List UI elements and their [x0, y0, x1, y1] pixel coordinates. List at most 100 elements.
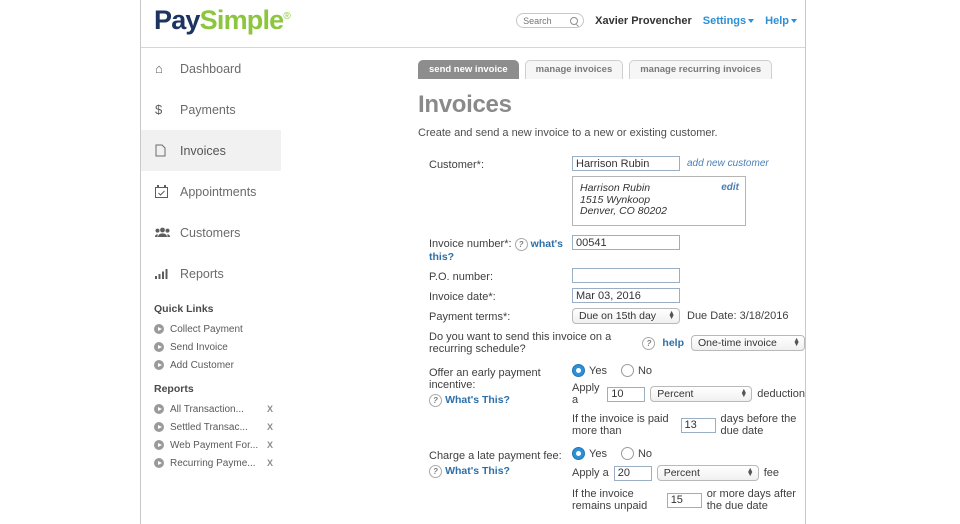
late-fee-no-label: No [637, 447, 653, 460]
tab-send-new-invoice[interactable]: send new invoice [418, 60, 519, 79]
due-date-text: Due Date: 3/18/2016 [687, 310, 789, 322]
payment-terms-field-group: Due on 15th day ▲ ▼ Due Date: 3/18/2016 [572, 308, 789, 324]
invoice-number-input[interactable] [572, 235, 680, 250]
chevron-down-icon [791, 18, 797, 23]
report-link-all-transactions[interactable]: All Transaction... X [141, 400, 281, 418]
play-circle-icon [154, 342, 164, 352]
sidebar-item-customers[interactable]: Customers [141, 212, 281, 253]
incentive-condition-suffix: days before the due date [720, 413, 797, 437]
invoice-number-label-group: Invoice number*: ? what's this? [429, 235, 572, 263]
sidebar-item-label: Reports [180, 266, 224, 281]
search-icon [570, 17, 579, 25]
sidebar-item-dashboard[interactable]: ⌂ Dashboard [141, 48, 281, 89]
tab-manage-recurring-invoices[interactable]: manage recurring invoices [629, 60, 773, 79]
help-icon[interactable]: ? [514, 238, 528, 251]
po-number-input[interactable] [572, 268, 680, 283]
incentive-yes-radio[interactable] [572, 364, 585, 377]
help-icon[interactable]: ? [429, 465, 442, 478]
incentive-unit-select-wrap: Percent ▲ ▼ [650, 386, 753, 402]
sidebar-item-label: Payments [180, 102, 236, 117]
customer-field-group: add new customer [572, 156, 769, 171]
customer-address-box: edit Harrison Rubin 1515 Wynkoop Denver,… [572, 176, 746, 226]
remove-report-icon[interactable]: X [267, 422, 273, 432]
help-menu[interactable]: Help [765, 15, 797, 27]
late-fee-label-group: Charge a late payment fee: ? What's This… [429, 447, 572, 478]
help-icon[interactable]: ? [429, 394, 442, 407]
top-header: PaySimple® Xavier Provencher Settings He… [141, 0, 805, 47]
settings-label: Settings [702, 14, 747, 27]
late-fee-label: Charge a late payment fee: [429, 450, 562, 462]
remove-report-icon[interactable]: X [267, 404, 273, 414]
late-fee-yes-radio[interactable] [572, 447, 585, 460]
incentive-apply-prefix: Apply a [572, 382, 600, 406]
payment-terms-select[interactable]: Due on 15th day [572, 308, 680, 324]
late-fee-amount-input[interactable] [613, 465, 652, 481]
late-fee-condition-group: If the invoice remains unpaid or more da… [572, 488, 805, 512]
report-link-web-payment-forms[interactable]: Web Payment For... X [141, 436, 281, 454]
incentive-label: Offer an early payment incentive: [429, 367, 541, 391]
late-fee-apply-suffix: fee [763, 467, 779, 479]
invoice-number-label: Invoice number*: [429, 238, 512, 250]
invoice-date-field-group [572, 288, 680, 303]
po-number-label: P.O. number: [429, 271, 493, 283]
late-fee-amount-group: Apply a Percent ▲▼ fee [572, 465, 805, 481]
report-link-label: Settled Transac... [170, 421, 248, 433]
late-fee-apply-prefix: Apply a [572, 467, 609, 479]
report-link-label: All Transaction... [170, 403, 244, 415]
report-link-settled-transactions[interactable]: Settled Transac... X [141, 418, 281, 436]
sidebar-item-payments[interactable]: $ Payments [141, 89, 281, 130]
late-fee-no-radio[interactable] [620, 447, 634, 460]
quick-link-add-customer[interactable]: Add Customer [141, 356, 281, 374]
incentive-unit-select[interactable]: Percent [650, 386, 753, 402]
report-link-recurring-payments[interactable]: Recurring Payme... X [141, 454, 281, 472]
address-city-state-zip: Denver, CO 80202 [580, 205, 667, 217]
incentive-no-radio[interactable] [620, 364, 634, 377]
payment-terms-row: Payment terms*: Due on 15th day ▲ ▼ Due D… [429, 308, 805, 324]
play-circle-icon [154, 440, 164, 450]
customer-address-row: edit Harrison Rubin 1515 Wynkoop Denver,… [429, 176, 805, 226]
edit-address-link[interactable]: edit [721, 182, 739, 194]
add-new-customer-link[interactable]: add new customer [687, 158, 769, 169]
incentive-whats-this-link[interactable]: What's This? [445, 394, 510, 406]
incentive-amount-input[interactable] [607, 386, 646, 402]
sidebar-item-appointments[interactable]: Appointments [141, 171, 281, 212]
report-link-label: Recurring Payme... [170, 457, 256, 469]
sidebar-item-reports[interactable]: Reports [141, 253, 281, 294]
header-actions: Xavier Provencher Settings Help [516, 13, 797, 28]
late-fee-whats-this-link[interactable]: What's This? [445, 465, 510, 477]
invoice-date-input[interactable] [572, 288, 680, 303]
late-fee-unit-select-wrap: Percent ▲ ▼ [656, 465, 759, 481]
recurring-schedule-select[interactable]: One-time invoice [691, 335, 805, 351]
late-fee-condition-prefix: If the invoice remains unpaid [572, 488, 648, 512]
search-input[interactable] [523, 15, 572, 26]
customer-input[interactable] [572, 156, 680, 171]
remove-report-icon[interactable]: X [267, 458, 273, 468]
settings-menu[interactable]: Settings [702, 14, 755, 27]
remove-report-icon[interactable]: X [267, 440, 273, 450]
help-icon[interactable]: ? [642, 336, 656, 350]
quick-link-collect-payment[interactable]: Collect Payment [141, 320, 281, 338]
address-name: Harrison Rubin [580, 182, 651, 194]
customer-label: Customer*: [429, 159, 485, 171]
incentive-condition-group: If the invoice is paid more than days be… [572, 413, 805, 437]
incentive-days-input[interactable] [680, 417, 716, 433]
sidebar-item-invoices[interactable]: Invoices [141, 130, 281, 171]
late-fee-days-input[interactable] [666, 492, 702, 508]
late-fee-yes-label: Yes [589, 447, 607, 460]
play-circle-icon [154, 360, 164, 370]
search-box[interactable] [516, 13, 585, 28]
logo-registered-icon: ® [283, 11, 290, 22]
late-fee-unit-select[interactable]: Percent [656, 465, 759, 481]
incentive-controls: Yes No Apply a Percent ▲▼ dedu [572, 364, 805, 437]
play-circle-icon [154, 324, 164, 334]
quick-link-send-invoice[interactable]: Send Invoice [141, 338, 281, 356]
incentive-radio-group: Yes No [572, 364, 805, 377]
calendar-icon [155, 185, 173, 198]
late-payment-fee-row: Charge a late payment fee: ? What's This… [429, 447, 805, 512]
quick-link-label: Send Invoice [170, 341, 228, 353]
paysimple-logo[interactable]: PaySimple® [154, 7, 291, 34]
tab-manage-invoices[interactable]: manage invoices [524, 60, 624, 79]
recurring-help-link[interactable]: help [662, 337, 684, 349]
sidebar-item-label: Appointments [180, 184, 257, 199]
chevron-down-icon [748, 18, 755, 23]
